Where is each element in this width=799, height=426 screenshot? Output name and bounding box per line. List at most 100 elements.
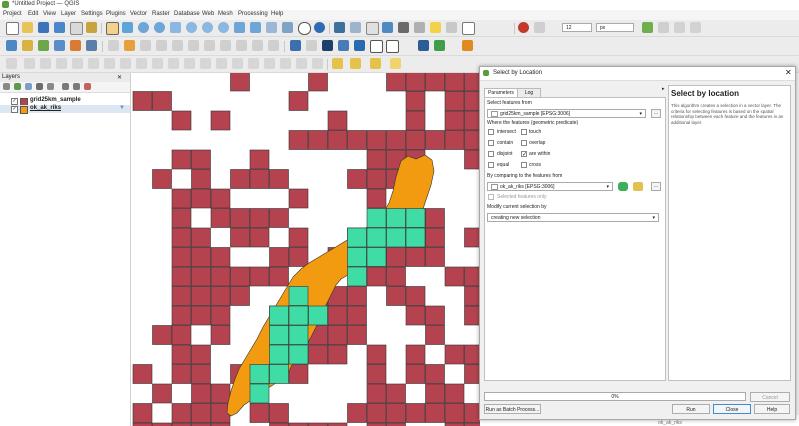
selected-only-checkbox[interactable] [488,194,494,200]
redo-icon[interactable] [268,40,279,51]
panel-close-icon[interactable]: ✕ [117,74,122,81]
simplify-icon[interactable] [40,58,51,69]
add-spatialite-icon[interactable] [70,40,81,51]
menu-project[interactable]: Project [3,11,22,17]
snap-unit-select[interactable]: px [596,23,634,32]
processing-toolbox-icon[interactable] [382,22,393,33]
add-raster-icon[interactable] [54,40,65,51]
topological-editing-icon[interactable] [642,22,653,33]
open-attribute-table-icon[interactable] [350,22,361,33]
predicate-equal-checkbox[interactable] [488,162,494,168]
refresh-icon[interactable] [314,22,325,33]
zoom-full-icon[interactable] [170,22,181,33]
run-button[interactable]: Run [672,404,710,414]
remove-layer-icon[interactable] [84,83,91,90]
style-manager-icon[interactable] [86,22,97,33]
zoom-out-icon[interactable] [154,22,165,33]
show-bookmarks-icon[interactable] [282,22,293,33]
iterate-features-icon[interactable] [618,182,628,191]
text-annotation-icon[interactable] [462,22,475,35]
binoculars2-icon[interactable] [386,40,399,53]
toggle-editing-icon[interactable] [124,40,135,51]
cancel-button[interactable]: Cancel [750,392,790,402]
merge-features-icon[interactable] [200,58,211,69]
self-snapping-icon[interactable] [658,22,669,33]
pan-icon[interactable] [106,22,119,35]
menu-web[interactable]: Web [202,11,214,17]
new-project-icon[interactable] [6,22,19,35]
add-ring-icon[interactable] [56,58,67,69]
predicate-contain-checkbox[interactable] [488,140,494,146]
spatial-query-icon[interactable] [338,40,349,51]
undo-icon[interactable] [252,40,263,51]
menu-database[interactable]: Database [174,11,200,17]
measure-icon[interactable] [414,22,425,33]
compare-layer-select[interactable]: ok_ak_riks [EPSG:3006] ▾ [487,182,613,191]
layout-manager-icon[interactable] [70,22,83,35]
add-virtual-layer-icon[interactable] [86,40,97,51]
map-tips-icon[interactable] [430,22,441,33]
delete-ring-icon[interactable] [104,58,115,69]
predicate-overlap-checkbox[interactable] [521,140,527,146]
filter-legend-icon[interactable] [36,83,43,90]
merge-attributes-icon[interactable] [216,58,227,69]
collapse-help-icon[interactable]: ▸ [662,86,665,92]
collapse-all-icon[interactable] [73,83,80,90]
zoom-native-icon[interactable] [218,22,229,33]
rotate-point-icon[interactable] [232,58,243,69]
select-features-from-select[interactable]: grid25km_sample [EPSG:3006] ▾ [487,109,646,118]
add-part-icon[interactable] [72,58,83,69]
select-on-canvas-icon[interactable] [633,182,643,191]
reshape-icon[interactable] [136,58,147,69]
vertex-tool-icon[interactable] [172,40,183,51]
select-by-area-icon[interactable] [332,58,343,69]
paste-icon[interactable] [236,40,247,51]
fill-ring-icon[interactable] [88,58,99,69]
python-console-icon[interactable] [322,40,333,51]
deselect-icon[interactable] [370,58,381,69]
snapping-icon[interactable] [518,22,529,33]
split-parts-icon[interactable] [184,58,195,69]
menu-raster[interactable]: Raster [152,11,170,17]
layer-row[interactable]: ✓ grid25km_sample [0,97,130,106]
temporal-controller-icon[interactable] [298,22,311,35]
statistical-summary-icon[interactable] [398,22,409,33]
dialog-close-icon[interactable]: ✕ [785,68,792,77]
identify-icon[interactable] [334,22,345,33]
zoom-in-icon[interactable] [138,22,149,33]
close-button[interactable]: Close [713,404,751,414]
binoculars-icon[interactable] [370,40,383,53]
add-feature-icon[interactable] [156,40,167,51]
select-by-value-icon[interactable] [350,58,361,69]
map-canvas[interactable] [131,73,480,426]
manage-themes-icon[interactable] [25,83,32,90]
add-vector-icon[interactable] [38,40,49,51]
snap-tolerance-field[interactable]: 12 [562,23,592,32]
zoom-next-icon[interactable] [250,22,261,33]
select-location-icon[interactable] [390,58,401,69]
open-project-icon[interactable] [22,22,33,33]
filter-icon[interactable]: ▼ [119,105,125,111]
new-geopackage-icon[interactable] [22,40,33,51]
menu-edit[interactable]: Edit [28,11,38,17]
save-project-icon[interactable] [38,22,49,33]
run-as-batch-button[interactable]: Run as Batch Process... [484,404,541,414]
label-tool-icon[interactable] [306,40,317,51]
copy-icon[interactable] [220,40,231,51]
offset-curve-icon[interactable] [152,58,163,69]
predicate-disjoint-checkbox[interactable] [488,151,494,157]
show-labels-icon[interactable] [280,58,291,69]
filter-expression-icon[interactable] [47,83,54,90]
layer-visibility-checkbox[interactable]: ✓ [11,106,18,113]
expand-all-icon[interactable] [62,83,69,90]
rotate-label-icon[interactable] [312,58,323,69]
modify-selection-select[interactable]: creating new selection ▾ [487,213,659,222]
layout-icon[interactable] [418,40,429,51]
menu-help[interactable]: Help [271,11,283,17]
save-as-icon[interactable] [54,22,65,33]
predicate-touch-checkbox[interactable] [521,129,527,135]
menu-plugins[interactable]: Plugins [106,11,126,17]
split-features-icon[interactable] [168,58,179,69]
network-icon[interactable] [354,40,365,51]
delete-part-icon[interactable] [120,58,131,69]
